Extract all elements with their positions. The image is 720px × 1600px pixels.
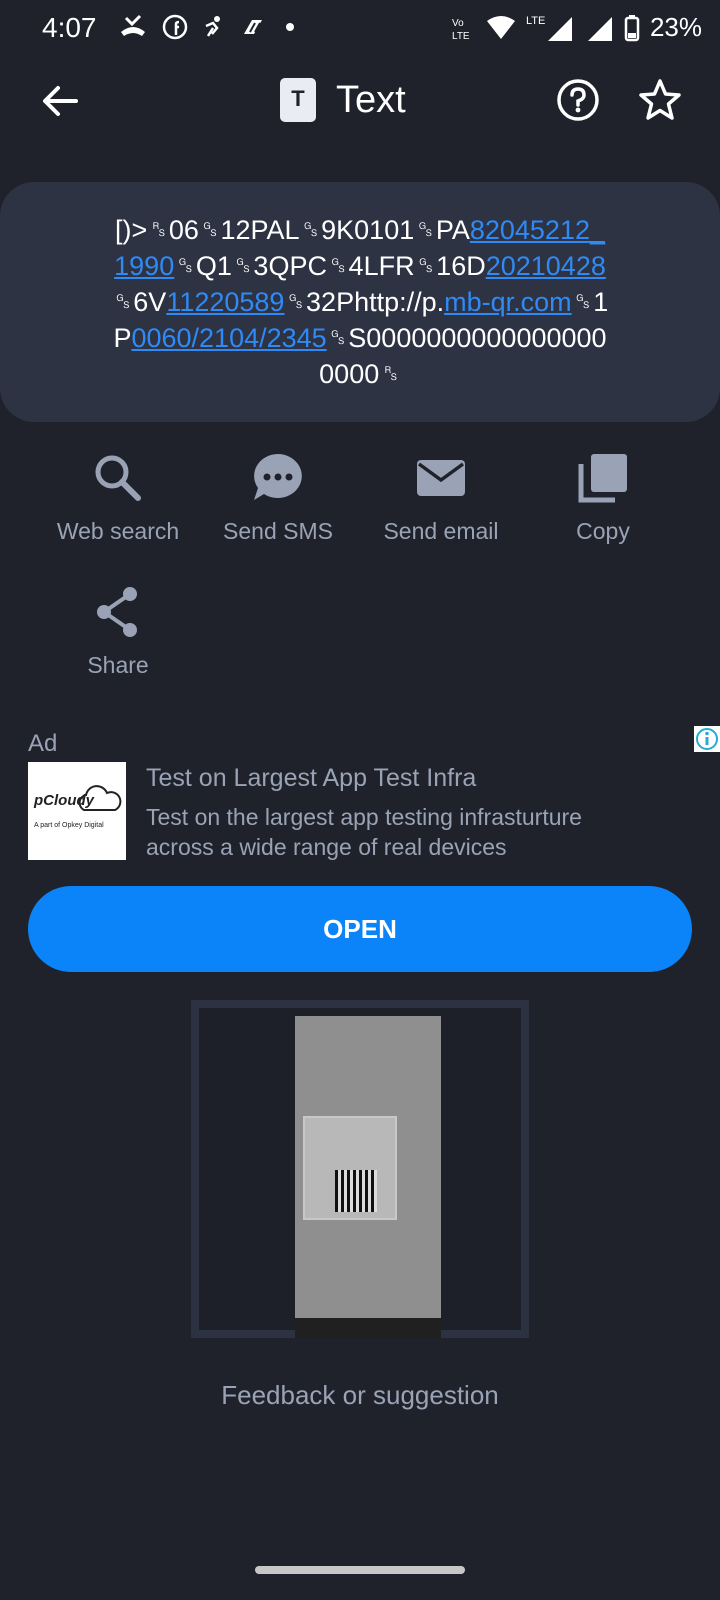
status-bar: 4:07 Vo LTE LTE 23% (0, 0, 720, 56)
result-text-segment: ␝6V (111, 287, 167, 317)
send-email-button[interactable]: Send email (356, 450, 526, 545)
send-sms-label: Send SMS (223, 518, 333, 544)
result-link[interactable]: 11220589 (166, 287, 284, 317)
result-link[interactable]: 20210428 (486, 251, 606, 281)
page-title-text: Text (336, 78, 406, 121)
text-type-icon: T (280, 78, 316, 122)
battery-icon (624, 14, 640, 41)
info-icon (696, 728, 718, 750)
app-bar: T Text (0, 60, 720, 140)
svg-text:Vo: Vo (452, 18, 464, 29)
signal-icon (587, 16, 612, 41)
copy-button[interactable]: Copy (518, 450, 688, 545)
more-notifications-dot (286, 23, 294, 31)
activity-icon (205, 16, 220, 37)
svg-text:LTE: LTE (526, 15, 545, 27)
result-text-segment: ␝S00000000000000000000␞ (319, 323, 607, 389)
send-sms-button[interactable]: Send SMS (193, 450, 363, 545)
feedback-link[interactable]: Feedback or suggestion (0, 1380, 720, 1411)
ad-description: Test on the largest app testing infrastu… (146, 804, 582, 860)
result-text-segment: [)>␞06␝12PAL␝9K0101␝PA (114, 215, 470, 245)
share-label: Share (87, 652, 149, 678)
volte-icon: Vo LTE (452, 18, 470, 42)
wifi-icon (486, 15, 515, 39)
send-email-label: Send email (383, 518, 499, 544)
scan-result-text[interactable]: [)>␞06␝12PAL␝9K0101␝PA82045212_1990␝Q1␝3… (110, 212, 610, 392)
ad-title[interactable]: Test on Largest App Test Infra (146, 764, 476, 793)
battery-percent: 23% (649, 12, 702, 42)
web-search-button[interactable]: Web search (33, 450, 203, 545)
back-button[interactable] (38, 78, 84, 124)
help-icon (557, 79, 599, 121)
svg-text:LTE: LTE (452, 31, 470, 42)
sms-icon (254, 454, 302, 500)
ad-open-button[interactable]: OPEN (28, 886, 692, 972)
favorite-button[interactable] (636, 76, 684, 124)
status-time: 4:07 (42, 12, 97, 43)
web-search-label: Web search (56, 518, 180, 544)
search-icon (95, 455, 141, 501)
ad-info-button[interactable] (694, 726, 720, 752)
scan-photo (295, 1016, 441, 1338)
gesture-nav-handle[interactable] (255, 1566, 465, 1574)
result-text-segment: ␝32Phttp://p. (284, 287, 445, 317)
share-button[interactable]: Share (33, 584, 203, 679)
datamatrix-code (335, 1170, 377, 1212)
back-arrow-icon (43, 86, 78, 116)
share-icon (97, 587, 137, 637)
missed-call-icon (121, 14, 145, 36)
ad-logo-subtitle: A part of Opkey Digital (34, 822, 104, 829)
ad-logo-brand: pCloudy (34, 792, 94, 809)
notification-icons (118, 14, 296, 40)
ad-label: Ad (28, 730, 58, 757)
app-notification-icon (244, 20, 262, 34)
page-title: T Text (280, 78, 406, 122)
ad-logo[interactable]: pCloudy A part of Opkey Digital (28, 762, 126, 860)
scan-image-thumbnail[interactable] (191, 1000, 529, 1338)
copy-icon (578, 454, 627, 503)
scan-result-card: [)>␞06␝12PAL␝9K0101␝PA82045212_1990␝Q1␝3… (0, 182, 720, 422)
copy-label: Copy (576, 518, 630, 544)
help-button[interactable] (554, 76, 602, 124)
lte-signal-icon: LTE (526, 15, 572, 41)
result-link[interactable]: 0060/2104/2345 (131, 323, 326, 353)
system-icons: Vo LTE LTE 23% (450, 12, 702, 43)
result-link[interactable]: mb-qr.com (444, 287, 572, 317)
email-icon (417, 460, 465, 496)
facebook-icon (162, 14, 188, 40)
result-text-segment: ␝Q1␝3QPC␝4LFR␝16D (174, 251, 486, 281)
star-icon (639, 79, 681, 120)
